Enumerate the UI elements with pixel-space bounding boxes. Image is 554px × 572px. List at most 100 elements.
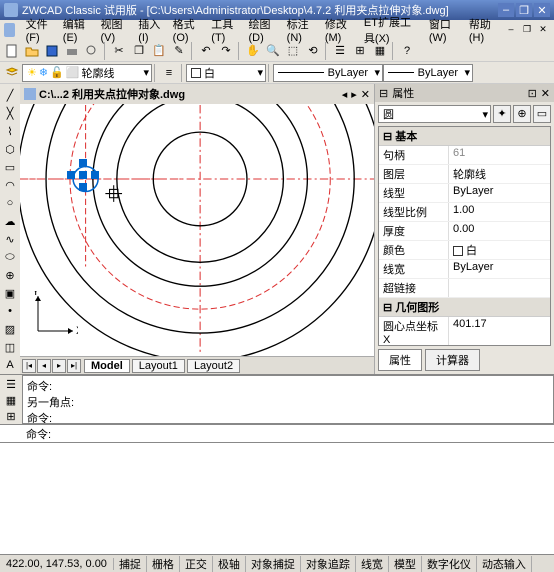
cmd-tool3-icon[interactable]: ⊞ [2, 410, 20, 424]
status-coords[interactable]: 422.00, 147.53, 0.00 [0, 558, 114, 570]
status-osnap[interactable]: 对象捕捉 [246, 556, 301, 572]
status-grid[interactable]: 栅格 [147, 556, 180, 572]
insert-icon[interactable]: ⊕ [1, 267, 19, 283]
paste-icon[interactable]: 📋 [150, 42, 168, 60]
menu-window[interactable]: 窗口(W) [424, 16, 464, 44]
proptab-calculator[interactable]: 计算器 [425, 349, 480, 371]
prop-lineweight[interactable]: ByLayer [449, 260, 550, 278]
doc-close-button[interactable]: ✕ [536, 24, 550, 36]
tab-model[interactable]: Model [84, 359, 130, 373]
pan-icon[interactable]: ✋ [244, 42, 262, 60]
menu-draw[interactable]: 绘图(D) [244, 16, 282, 44]
prop-color[interactable]: 白 [449, 241, 550, 259]
prop-quicksel-icon[interactable]: ✦ [493, 105, 511, 123]
undo-icon[interactable]: ↶ [197, 42, 215, 60]
menu-insert[interactable]: 插入(I) [133, 16, 167, 44]
grip-left[interactable] [67, 171, 75, 179]
prop-center-x[interactable]: 401.17 [449, 317, 550, 346]
cut-icon[interactable]: ✂ [110, 42, 128, 60]
toolpalettes-icon[interactable]: ▦ [371, 42, 389, 60]
menu-dim[interactable]: 标注(N) [282, 16, 320, 44]
doc-tab-right-icon[interactable]: ▸ [351, 88, 357, 101]
menu-edit[interactable]: 编辑(E) [58, 16, 96, 44]
prop-pin-icon[interactable]: ⊟ [379, 87, 388, 100]
copy-icon[interactable]: ❐ [130, 42, 148, 60]
doc-tab-close-icon[interactable]: ✕ [361, 88, 370, 101]
spline-icon[interactable]: ∿ [1, 231, 19, 247]
prop-pin2-icon[interactable]: ⊡ [528, 87, 537, 100]
circle-icon[interactable]: ○ [1, 195, 19, 211]
status-dyninput[interactable]: 动态输入 [477, 556, 532, 572]
prop-layer[interactable]: 轮廓线 [449, 165, 550, 183]
color-combo[interactable]: 白 [186, 64, 266, 82]
drawing-canvas[interactable]: XY [20, 104, 374, 356]
minimize-button[interactable]: – [498, 3, 514, 17]
open-icon[interactable] [23, 42, 41, 60]
status-lwt[interactable]: 线宽 [356, 556, 389, 572]
preview-icon[interactable] [83, 42, 101, 60]
status-otrack[interactable]: 对象追踪 [301, 556, 356, 572]
save-icon[interactable] [43, 42, 61, 60]
prop-linetype[interactable]: ByLayer [449, 184, 550, 202]
prop-pickadd-icon[interactable]: ⊕ [513, 105, 531, 123]
grip-bottom[interactable] [79, 183, 87, 191]
doc-minimize-button[interactable]: – [504, 24, 518, 36]
designcenter-icon[interactable]: ⊞ [351, 42, 369, 60]
status-ortho[interactable]: 正交 [180, 556, 213, 572]
command-input[interactable] [55, 426, 554, 442]
doc-restore-button[interactable]: ❐ [520, 24, 534, 36]
status-digitizer[interactable]: 数字化仪 [422, 556, 477, 572]
text-icon[interactable]: A [1, 357, 19, 373]
menu-tools[interactable]: 工具(T) [206, 16, 243, 44]
grip-top[interactable] [79, 159, 87, 167]
match-icon[interactable]: ✎ [170, 42, 188, 60]
cmd-tool1-icon[interactable]: ☰ [2, 377, 20, 391]
pline-icon[interactable]: ⌇ [1, 123, 19, 139]
rect-icon[interactable]: ▭ [1, 159, 19, 175]
prop-select-icon[interactable]: ▭ [533, 105, 551, 123]
redo-icon[interactable]: ↷ [217, 42, 235, 60]
menu-format[interactable]: 格式(O) [168, 16, 207, 44]
print-icon[interactable] [63, 42, 81, 60]
properties-icon[interactable]: ☰ [331, 42, 349, 60]
tab-next-icon[interactable]: ▸ [52, 359, 66, 373]
tab-layout1[interactable]: Layout1 [132, 359, 185, 373]
region-icon[interactable]: ◫ [1, 339, 19, 355]
doc-tab-left-icon[interactable]: ◂ [342, 88, 348, 101]
block-icon[interactable]: ▣ [1, 285, 19, 301]
prop-hyperlink[interactable] [449, 279, 550, 297]
zoom-win-icon[interactable]: ⬚ [284, 42, 302, 60]
zoom-icon[interactable]: 🔍 [264, 42, 282, 60]
menu-modify[interactable]: 修改(M) [320, 16, 359, 44]
tab-last-icon[interactable]: ▸| [67, 359, 81, 373]
properties-grid[interactable]: ⊟ 基本 句柄61 图层轮廓线 线型ByLayer 线型比例1.00 厚度0.0… [378, 126, 551, 346]
cmd-tool2-icon[interactable]: ▦ [2, 393, 20, 407]
tab-layout2[interactable]: Layout2 [187, 359, 240, 373]
prop-thickness[interactable]: 0.00 [449, 222, 550, 240]
xline-icon[interactable]: ╳ [1, 105, 19, 121]
new-icon[interactable] [3, 42, 21, 60]
revcloud-icon[interactable]: ☁ [1, 213, 19, 229]
prop-ltscale[interactable]: 1.00 [449, 203, 550, 221]
polygon-icon[interactable]: ⬡ [1, 141, 19, 157]
layer-combo[interactable]: ☀❄🔓⬜ 轮廓线 [22, 64, 152, 82]
point-icon[interactable]: • [1, 303, 19, 319]
close-button[interactable]: ✕ [534, 3, 550, 17]
tab-first-icon[interactable]: |◂ [22, 359, 36, 373]
linetype-combo[interactable]: ByLayer [273, 64, 383, 82]
command-log[interactable]: 命令: 另一角点: 命令: 另一角点: [22, 375, 554, 424]
grip-right[interactable] [91, 171, 99, 179]
prop-close-icon[interactable]: ✕ [541, 87, 550, 100]
status-model[interactable]: 模型 [389, 556, 422, 572]
layer-prev-icon[interactable]: ≡ [160, 64, 178, 82]
maximize-button[interactable]: ❐ [516, 3, 532, 17]
prop-selection-combo[interactable]: 圆 [378, 105, 491, 123]
menu-help[interactable]: 帮助(H) [464, 16, 502, 44]
line-icon[interactable]: ╱ [1, 87, 19, 103]
grip-center[interactable] [79, 171, 87, 179]
help-icon[interactable]: ? [398, 42, 416, 60]
layer-manager-icon[interactable] [3, 64, 21, 82]
lineweight-combo[interactable]: ByLayer [383, 64, 473, 82]
status-polar[interactable]: 极轴 [213, 556, 246, 572]
zoom-prev-icon[interactable]: ⟲ [304, 42, 322, 60]
